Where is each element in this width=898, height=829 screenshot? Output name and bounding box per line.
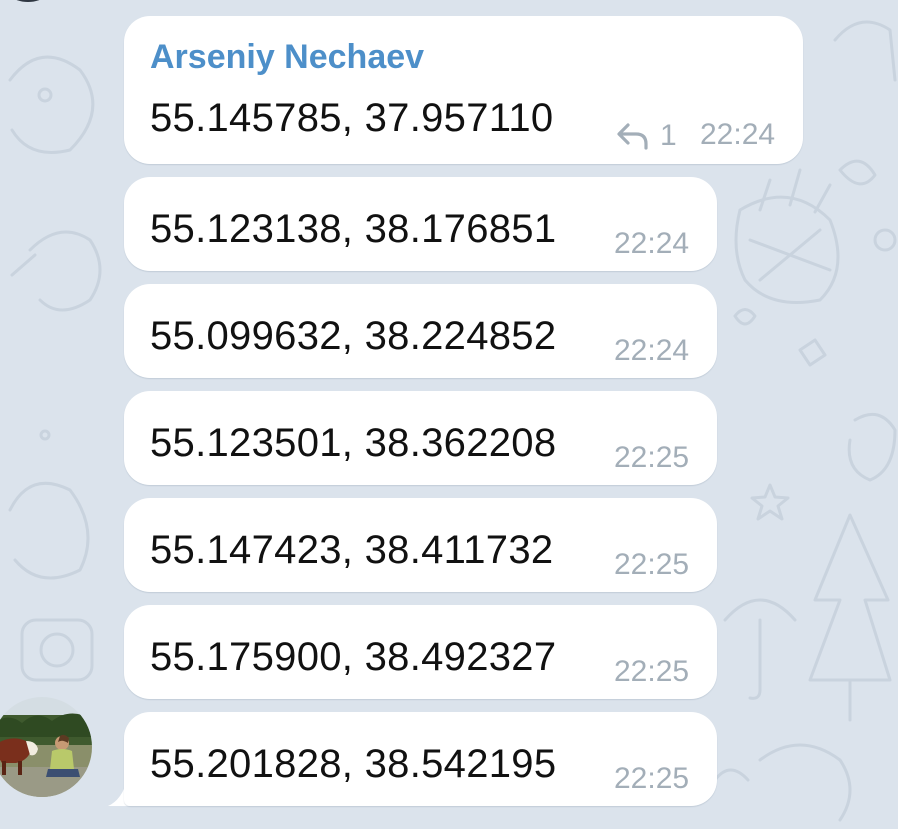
message-text: 55.123501, 38.362208 <box>150 421 557 465</box>
user-avatar[interactable] <box>0 697 92 797</box>
message-bubble[interactable]: Arseniy Nechaev 55.145785, 37.957110 1 2… <box>124 16 803 164</box>
message-text: 55.099632, 38.224852 <box>150 314 557 358</box>
message-text: 55.175900, 38.492327 <box>150 635 557 679</box>
sender-name[interactable]: Arseniy Nechaev <box>150 38 424 77</box>
message-time: 22:25 <box>614 441 690 474</box>
message-bubble[interactable]: 55.099632, 38.224852 22:24 <box>124 284 717 378</box>
message-bubble[interactable]: 55.123501, 38.362208 22:25 <box>124 391 717 485</box>
message-time: 22:24 <box>700 118 776 151</box>
previous-avatar-edge <box>0 0 56 2</box>
avatar-photo <box>0 697 92 797</box>
reply-count-indicator[interactable]: 1 <box>616 118 677 154</box>
message-time: 22:25 <box>614 762 690 795</box>
message-bubble[interactable]: 55.123138, 38.176851 22:24 <box>124 177 717 271</box>
reply-count: 1 <box>660 119 677 152</box>
message-bubble[interactable]: 55.175900, 38.492327 22:25 <box>124 605 717 699</box>
message-time: 22:25 <box>614 548 690 581</box>
message-time: 22:24 <box>614 334 690 367</box>
message-text: 55.123138, 38.176851 <box>150 207 557 251</box>
reply-arrow-icon <box>617 123 648 150</box>
message-bubble[interactable]: 55.147423, 38.411732 22:25 <box>124 498 717 592</box>
message-text: 55.201828, 38.542195 <box>150 742 557 786</box>
message-text: 55.145785, 37.957110 <box>150 96 554 140</box>
message-bubble[interactable]: 55.201828, 38.542195 22:25 <box>124 712 717 806</box>
message-time: 22:24 <box>614 227 690 260</box>
message-text: 55.147423, 38.411732 <box>150 528 554 572</box>
message-time: 22:25 <box>614 655 690 688</box>
